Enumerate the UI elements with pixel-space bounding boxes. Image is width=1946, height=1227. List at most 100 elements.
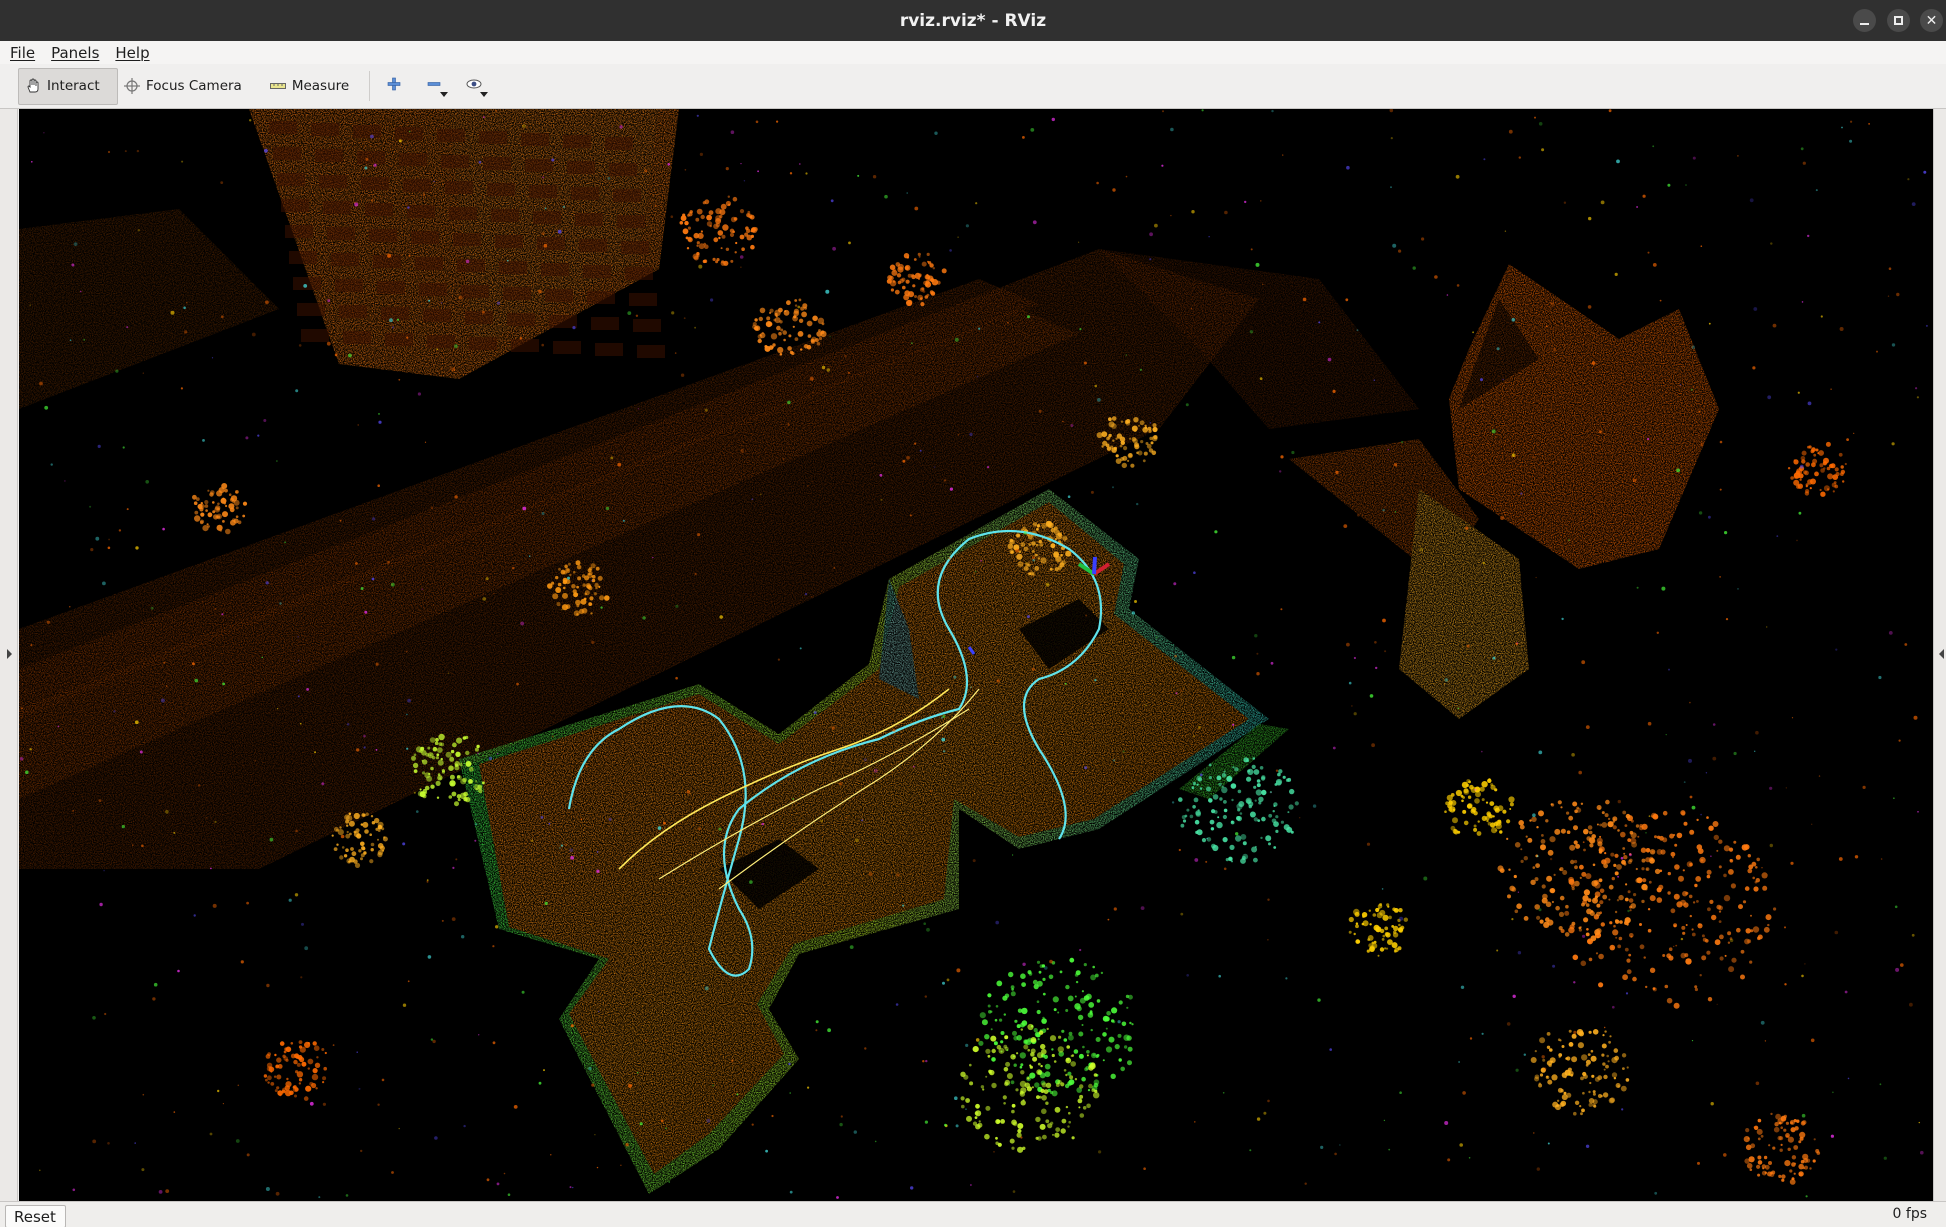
point	[1585, 1144, 1590, 1149]
tool-focus-camera[interactable]: Focus Camera	[118, 68, 252, 105]
point	[340, 834, 345, 839]
point	[1145, 704, 1147, 706]
tower-window	[311, 123, 339, 136]
point	[995, 920, 999, 925]
point	[590, 726, 592, 728]
expand-left-icon[interactable]	[7, 649, 12, 659]
add-tool-button[interactable]	[380, 70, 408, 102]
tree	[1444, 778, 1515, 836]
point	[121, 824, 126, 829]
chevron-down-icon[interactable]	[440, 92, 449, 97]
point	[396, 318, 400, 321]
menu-file[interactable]: File	[10, 44, 35, 62]
point	[288, 898, 292, 902]
point	[1915, 387, 1918, 390]
menu-panels[interactable]: Panels	[51, 44, 99, 62]
point	[360, 1149, 363, 1153]
point	[1205, 860, 1208, 863]
3d-render-viewport[interactable]	[19, 109, 1933, 1201]
point	[909, 514, 912, 517]
point	[1652, 145, 1655, 148]
tower-window	[571, 187, 599, 200]
point	[1515, 1068, 1519, 1072]
tree	[1348, 903, 1409, 957]
point	[1472, 331, 1474, 334]
point	[142, 1093, 145, 1096]
reset-button[interactable]: Reset	[5, 1205, 66, 1227]
point	[145, 480, 149, 484]
point	[1891, 442, 1895, 446]
view-button[interactable]	[460, 70, 489, 102]
remove-tool-button[interactable]	[420, 70, 449, 102]
point	[1051, 117, 1056, 122]
tool-interact[interactable]: Interact	[18, 67, 118, 105]
point	[1700, 442, 1704, 447]
point	[1193, 735, 1195, 738]
point	[569, 1186, 572, 1189]
close-icon: ✕	[1925, 12, 1938, 29]
expand-right-icon[interactable]	[1939, 649, 1944, 659]
point	[126, 326, 129, 329]
point	[596, 869, 600, 873]
point	[543, 243, 548, 248]
point	[1614, 272, 1618, 276]
point	[1834, 930, 1839, 935]
point	[1538, 122, 1543, 126]
point	[1374, 641, 1377, 644]
point	[815, 1029, 818, 1032]
tool-measure[interactable]: Measure	[264, 68, 359, 105]
point	[1587, 305, 1592, 309]
point	[390, 582, 395, 587]
point	[398, 378, 401, 381]
point	[1390, 137, 1393, 140]
point	[813, 711, 817, 715]
point	[165, 810, 169, 814]
point	[413, 791, 416, 794]
tower-window	[529, 185, 557, 198]
minimize-button[interactable]	[1853, 9, 1876, 32]
point	[39, 381, 43, 386]
point	[141, 844, 144, 848]
point	[751, 1123, 754, 1126]
point	[364, 610, 368, 614]
menu-help[interactable]: Help	[115, 44, 149, 62]
point	[1582, 841, 1585, 844]
tower-window	[427, 335, 455, 348]
point	[914, 442, 917, 445]
point	[620, 1164, 622, 1167]
point	[269, 837, 274, 842]
point	[519, 337, 523, 340]
point	[1254, 634, 1258, 638]
point	[1267, 1099, 1270, 1103]
point	[1511, 918, 1514, 921]
point	[254, 759, 257, 762]
point	[788, 1062, 791, 1066]
point	[740, 266, 742, 268]
point	[596, 1166, 599, 1169]
point	[1394, 511, 1397, 513]
fps-readout: 0 fps	[1892, 1206, 1927, 1222]
tower-window	[483, 157, 511, 170]
title-bar[interactable]: rviz.rviz* - RViz ✕	[0, 0, 1946, 41]
point	[170, 310, 175, 315]
maximize-button[interactable]	[1887, 9, 1910, 32]
tower-window	[269, 121, 297, 134]
point	[212, 903, 217, 908]
point	[183, 306, 186, 310]
point	[542, 176, 545, 179]
chevron-down-icon[interactable]	[480, 92, 489, 97]
point	[387, 253, 392, 258]
point	[1708, 322, 1711, 325]
point	[1893, 797, 1895, 799]
point	[309, 1101, 314, 1106]
close-button[interactable]: ✕	[1920, 9, 1943, 32]
point	[1769, 786, 1773, 790]
point	[298, 344, 302, 347]
point	[402, 1003, 407, 1007]
point	[195, 503, 197, 505]
point	[857, 174, 860, 177]
point	[1517, 951, 1522, 955]
point	[627, 311, 632, 315]
point	[346, 723, 350, 726]
point	[211, 357, 214, 359]
